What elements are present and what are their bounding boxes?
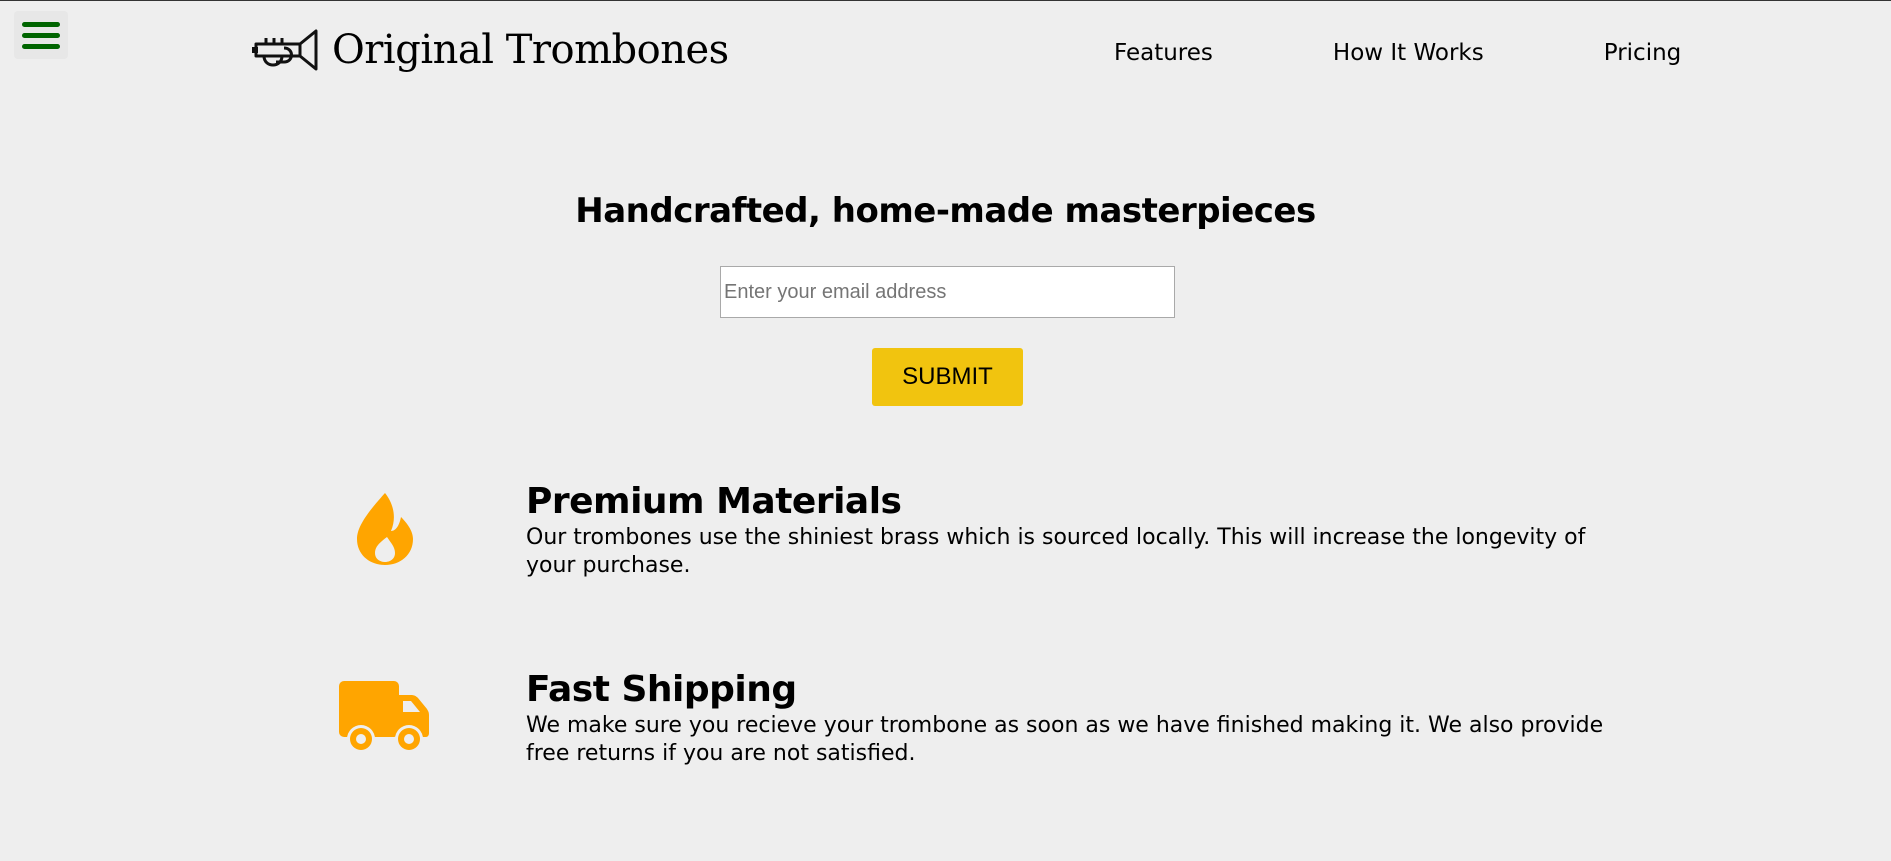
hero-section: Handcrafted, home-made masterpieces xyxy=(0,191,1891,231)
hamburger-menu-icon-bar xyxy=(22,43,60,49)
hero-title: Handcrafted, home-made masterpieces xyxy=(575,191,1316,231)
hamburger-menu-icon-bar xyxy=(22,32,60,38)
feature-description: We make sure you recieve your trombone a… xyxy=(526,713,1604,766)
site-logo: Original Trombones xyxy=(252,27,729,73)
fire-icon xyxy=(338,491,432,567)
hamburger-menu-icon-bar xyxy=(22,21,60,27)
feature-title: Fast Shipping xyxy=(526,669,797,710)
nav-link-how-it-works[interactable]: How It Works xyxy=(1333,40,1484,66)
submit-button[interactable]: SUBMIT xyxy=(872,348,1023,406)
nav-link-pricing[interactable]: Pricing xyxy=(1604,40,1682,66)
logo-text: Original Trombones xyxy=(332,27,729,73)
main-nav: Features How It Works Pricing xyxy=(1114,40,1681,66)
feature-description: Our trombones use the shiniest brass whi… xyxy=(526,525,1586,578)
email-input[interactable] xyxy=(720,266,1175,318)
truck-icon xyxy=(338,681,432,755)
trumpet-icon xyxy=(252,29,318,71)
hamburger-menu-button[interactable] xyxy=(14,11,68,59)
nav-link-features[interactable]: Features xyxy=(1114,40,1213,66)
feature-title: Premium Materials xyxy=(526,481,902,522)
